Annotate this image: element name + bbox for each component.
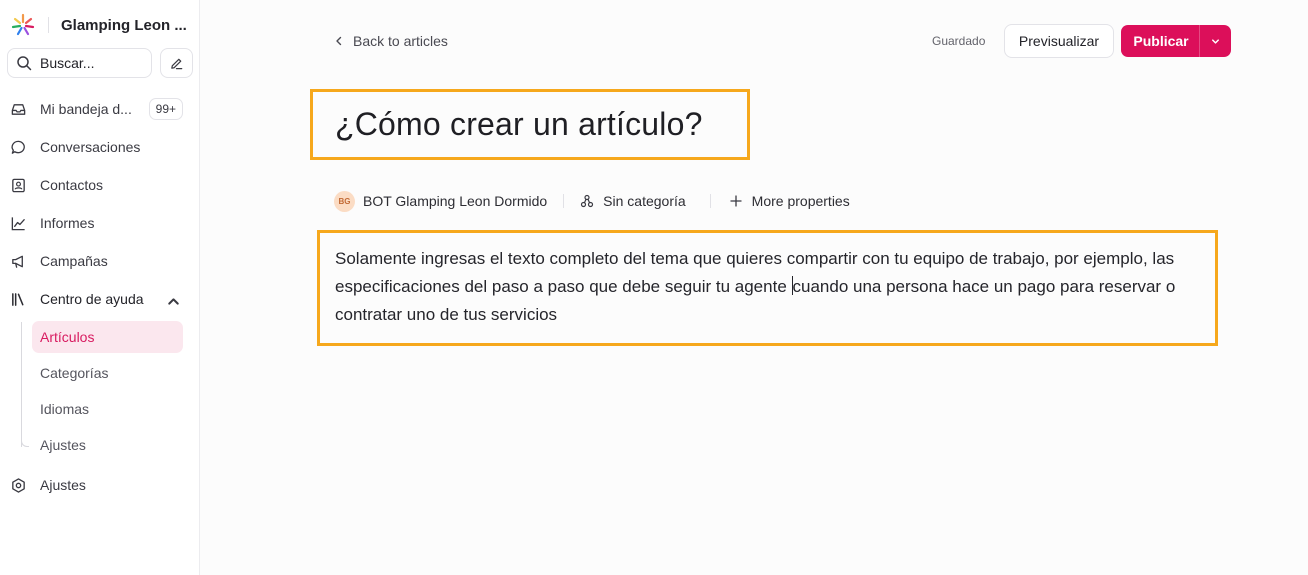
publish-options-toggle[interactable] — [1199, 25, 1231, 57]
category-selector[interactable]: Sin categoría — [603, 193, 686, 209]
chevron-up-icon[interactable] — [165, 293, 182, 310]
inbox-icon — [11, 103, 26, 115]
sidebar-item-label: Informes — [40, 215, 95, 231]
chevron-left-icon — [336, 36, 342, 46]
megaphone-icon — [12, 255, 23, 268]
sidebar-item-label: Ajustes — [40, 477, 86, 493]
preview-button[interactable]: Previsualizar — [1004, 24, 1114, 58]
plus-icon — [730, 195, 742, 207]
workspace-name: Glamping Leon ... — [61, 16, 187, 34]
author-avatar: BG — [334, 190, 355, 212]
rainbow-star-logo — [11, 13, 35, 36]
sidebar-item-help-center[interactable]: Centro de ayuda — [10, 284, 188, 314]
chevron-down-icon — [1212, 38, 1219, 44]
library-books-icon — [12, 292, 24, 306]
article-properties-row: BG BOT Glamping Leon Dormido Sin categor… — [334, 189, 850, 213]
sidebar-item-label: Centro de ayuda — [40, 291, 144, 307]
category-tree-icon — [581, 194, 594, 208]
sidebar-item-conversations[interactable]: Conversaciones — [10, 132, 188, 162]
search-row: Buscar... — [7, 48, 193, 78]
pencil-icon — [171, 58, 183, 69]
chat-bubble-icon — [11, 140, 25, 154]
sidebar-item-label: Mi bandeja d... — [40, 101, 132, 117]
meta-divider — [709, 194, 711, 208]
sidebar-subitem-help-settings[interactable]: Ajustes — [32, 429, 183, 461]
search-icon — [17, 56, 32, 71]
article-body-editor[interactable]: Solamente ingresas el texto completo del… — [317, 230, 1218, 346]
save-status: Guardado — [932, 34, 986, 48]
back-link-label: Back to articles — [353, 33, 448, 49]
compose-button[interactable] — [160, 48, 193, 78]
publish-split-button: Publicar — [1121, 25, 1231, 57]
search-placeholder: Buscar... — [40, 55, 95, 71]
sidebar-item-settings[interactable]: Ajustes — [10, 470, 188, 500]
sidebar-subitem-languages[interactable]: Idiomas — [32, 393, 183, 425]
article-title: ¿Cómo crear un artículo? — [335, 106, 703, 142]
article-title-field[interactable]: ¿Cómo crear un artículo? — [310, 89, 750, 160]
contact-card-icon — [12, 178, 25, 192]
publish-button[interactable]: Publicar — [1121, 25, 1199, 57]
sidebar: Glamping Leon ... Buscar... Mi bandeja d… — [0, 0, 200, 575]
gear-icon — [12, 477, 25, 493]
line-chart-icon — [11, 216, 25, 230]
more-properties-button[interactable]: More properties — [752, 193, 850, 209]
sidebar-item-reports[interactable]: Informes — [10, 208, 188, 238]
author-selector[interactable]: BOT Glamping Leon Dormido — [363, 193, 547, 209]
inbox-count-badge: 99+ — [148, 98, 183, 120]
sidebar-item-contacts[interactable]: Contactos — [10, 170, 188, 200]
subtree-guide-end — [21, 436, 29, 447]
sidebar-subitem-articles[interactable]: Artículos — [32, 321, 183, 353]
sidebar-item-label: Contactos — [40, 177, 104, 193]
search-input[interactable]: Buscar... — [7, 48, 152, 78]
sidebar-subitem-categories[interactable]: Categorías — [32, 357, 183, 389]
article-body-text: Solamente ingresas el texto completo del… — [335, 245, 1215, 329]
sidebar-item-label: Campañas — [40, 253, 108, 269]
sidebar-item-inbox[interactable]: Mi bandeja d... 99+ — [10, 94, 188, 124]
sidebar-item-label: Conversaciones — [40, 139, 141, 155]
brand[interactable]: Glamping Leon ... — [10, 12, 187, 38]
brand-divider — [48, 17, 49, 33]
back-to-articles-link[interactable]: Back to articles — [334, 31, 448, 51]
subtree-guide — [21, 322, 22, 447]
sidebar-item-campaigns[interactable]: Campañas — [10, 246, 188, 276]
meta-divider — [563, 194, 565, 208]
